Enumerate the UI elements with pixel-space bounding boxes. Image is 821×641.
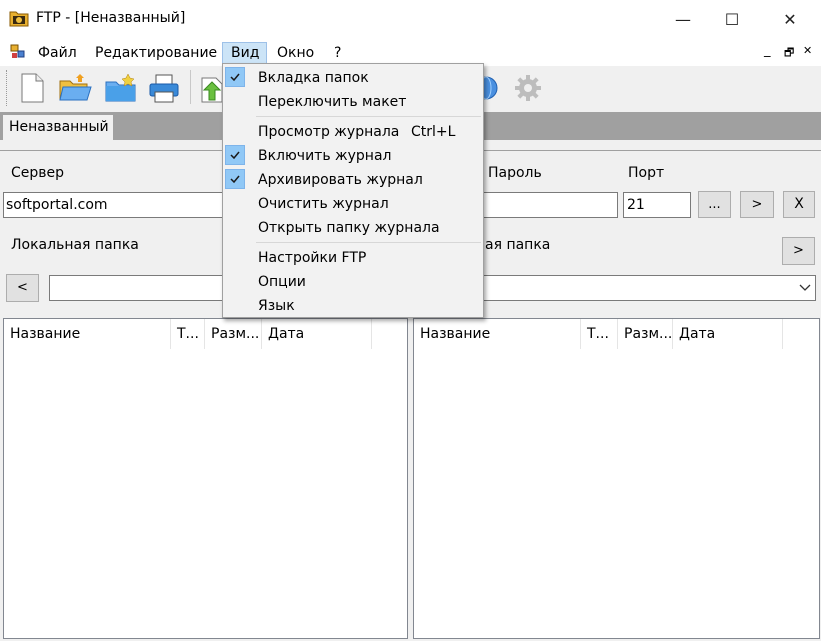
menu-item-label: Архивировать журнал [258,172,423,188]
menu-item-label: Очистить журнал [258,196,389,212]
print-icon[interactable] [148,72,180,104]
browse-button[interactable]: ... [698,191,731,218]
local-file-list[interactable]: Название Т... Разм... Дата [3,318,408,639]
menu-item-label: Переключить макет [258,94,407,110]
port-label: Порт [628,165,665,181]
menu-item-switch-layout[interactable]: Переключить макет [223,90,483,114]
app-folder-icon[interactable] [9,9,29,27]
menu-item-ftp-settings[interactable]: Настройки FTP [223,246,483,270]
column-header-type[interactable]: Т... [581,319,618,349]
maximize-icon: ☐ [724,9,740,29]
menu-file[interactable]: Файл [33,43,82,63]
menu-item-language[interactable]: Язык [223,294,483,318]
back-button[interactable]: < [6,274,39,302]
connect-button[interactable]: > [740,191,774,218]
new-folder-icon[interactable] [104,72,136,104]
menu-item-shortcut: Ctrl+L [411,124,456,140]
remote-folder-label: ая папка [485,237,551,253]
close-button[interactable]: ✕ [767,0,813,38]
menu-item-view-log[interactable]: Просмотр журнала Ctrl+L [223,120,483,144]
view-menu-dropdown: Вкладка папок Переключить макет Просмотр… [222,63,484,318]
menu-separator [256,116,481,117]
menu-item-label: Вкладка папок [258,70,369,86]
menu-edit[interactable]: Редактирование [90,43,222,63]
new-file-icon[interactable] [16,72,48,104]
menu-item-label: Просмотр журнала [258,124,400,140]
check-icon [225,169,245,189]
remote-go-button[interactable]: > [782,237,815,265]
check-icon [225,145,245,165]
mdi-close-button[interactable]: ✕ [803,44,812,57]
column-header-size[interactable]: Разм... [618,319,673,349]
menu-view[interactable]: Вид [222,42,267,64]
column-header-date[interactable]: Дата [673,319,783,349]
column-header-name[interactable]: Название [414,319,581,349]
menu-item-archive-log[interactable]: Архивировать журнал [223,168,483,192]
menu-item-open-log-folder[interactable]: Открыть папку журнала [223,216,483,240]
local-folder-label: Локальная папка [11,237,139,253]
open-folder-icon[interactable] [58,72,92,104]
menu-window[interactable]: Окно [272,43,319,63]
remote-path-select[interactable] [478,275,816,301]
remote-file-list[interactable]: Название Т... Разм... Дата [413,318,820,639]
menu-separator [256,242,481,243]
mdi-restore-button[interactable]: 🗗 [784,44,794,63]
menu-item-options[interactable]: Опции [223,270,483,294]
server-label: Сервер [11,165,65,181]
menu-item-label: Включить журнал [258,148,392,164]
menu-item-clear-log[interactable]: Очистить журнал [223,192,483,216]
local-path-input[interactable] [49,275,229,301]
column-header-date[interactable]: Дата [262,319,372,349]
menu-item-folder-tab[interactable]: Вкладка папок [223,66,483,90]
toolbar-grip[interactable] [6,70,9,106]
toolbar-separator [190,70,191,104]
server-input[interactable]: softportal.com [3,192,228,218]
menu-item-label: Язык [258,298,295,314]
window-title: FTP - [Неназванный] [36,10,186,26]
maximize-button[interactable]: ☐ [709,0,755,38]
menu-item-label: Опции [258,274,306,290]
chevron-down-icon[interactable] [799,281,811,293]
menu-item-enable-log[interactable]: Включить журнал [223,144,483,168]
settings-gear-icon[interactable] [512,72,544,104]
mdi-child-icon[interactable] [10,44,26,60]
menu-help[interactable]: ? [329,43,346,63]
port-input[interactable]: 21 [623,192,691,218]
close-icon: ✕ [783,9,797,29]
disconnect-button[interactable]: X [783,191,815,218]
mdi-minimize-button[interactable]: _ [764,43,771,58]
column-header-type[interactable]: Т... [171,319,205,349]
password-input[interactable] [478,192,618,218]
menu-item-label: Открыть папку журнала [258,220,440,236]
check-icon [225,67,245,87]
password-label: Пароль [488,165,542,181]
minimize-icon: — [675,9,691,29]
column-header-name[interactable]: Название [4,319,171,349]
menu-item-label: Настройки FTP [258,250,367,266]
tab-unnamed[interactable]: Неназванный [3,115,113,140]
minimize-button[interactable]: — [660,0,706,38]
column-header-size[interactable]: Разм... [205,319,262,349]
